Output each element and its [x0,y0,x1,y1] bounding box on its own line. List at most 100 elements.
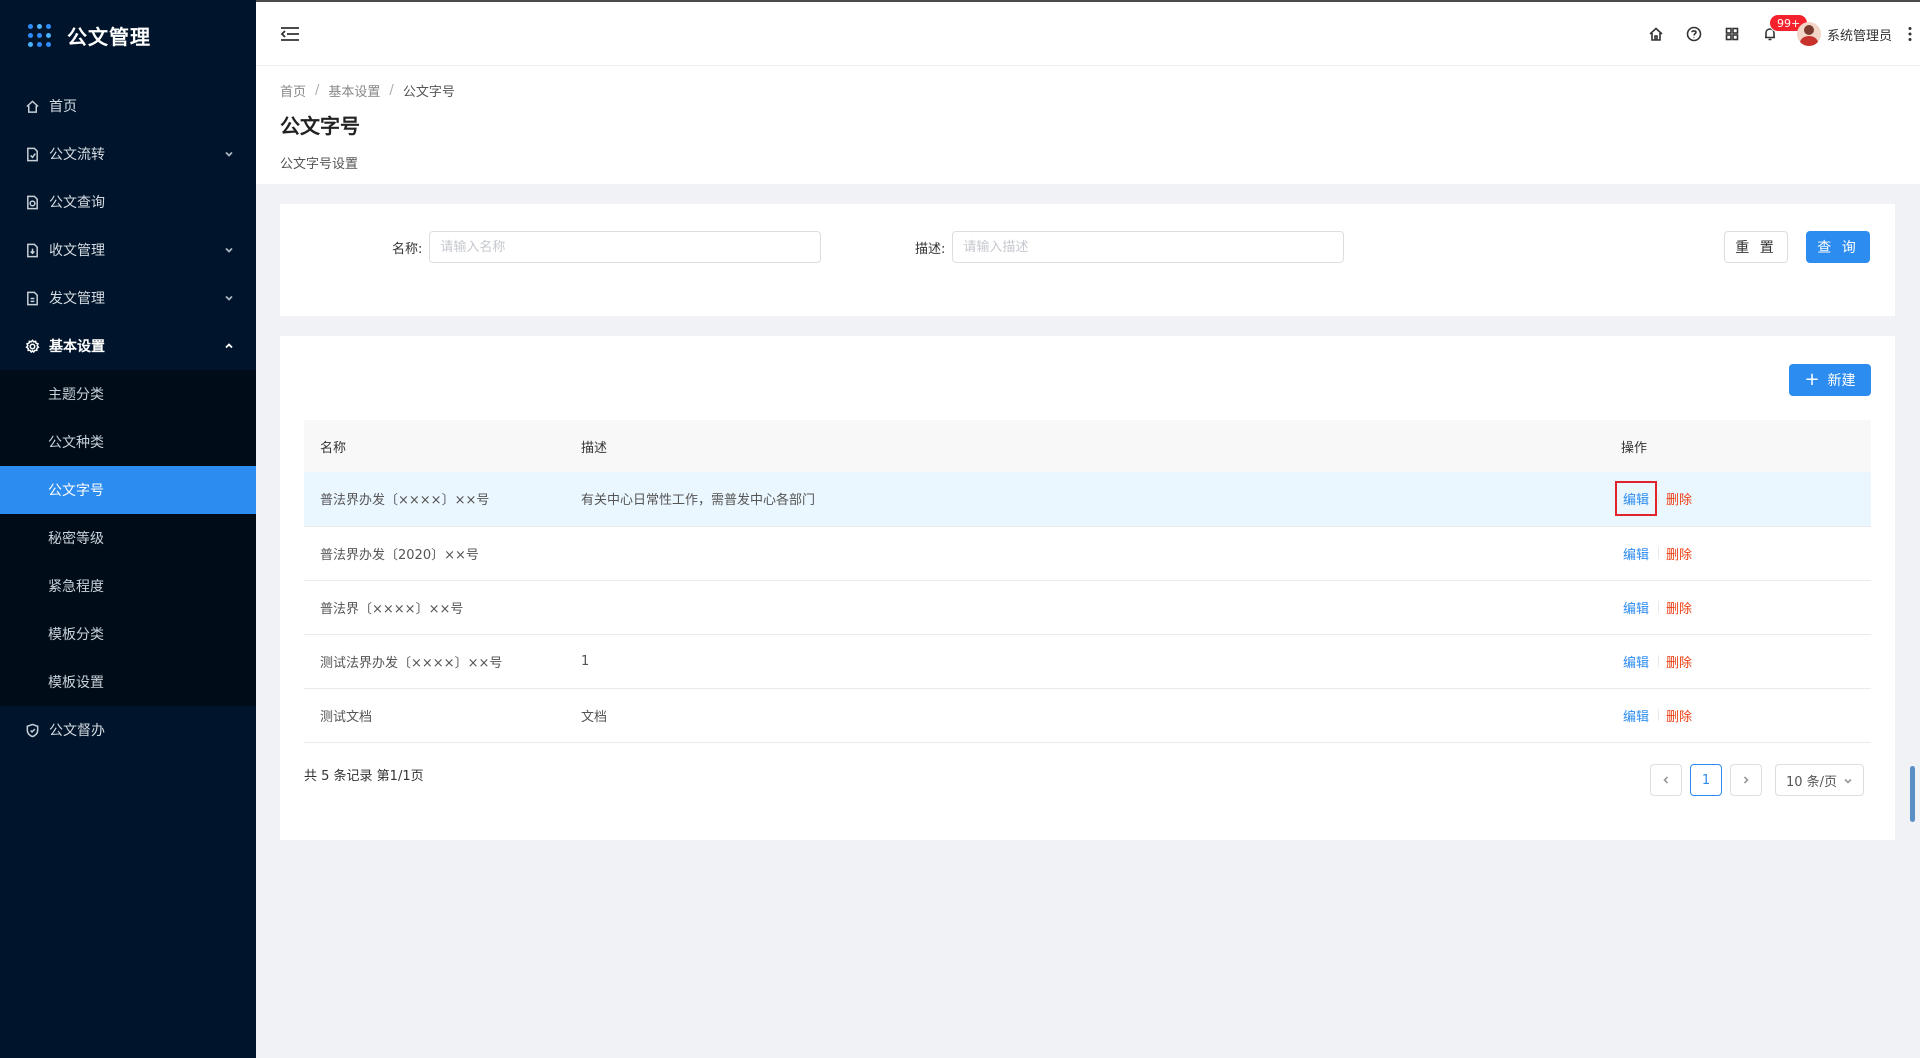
sidebar-item-label: 收文管理 [49,243,105,259]
doc-flow-icon [24,146,40,162]
column-header-actions: 操作 [1621,440,1648,456]
pagination-summary: 共 5 条记录 第1/1页 [304,769,424,784]
sidebar-item-label: 首页 [49,99,77,115]
edit-link[interactable]: 编辑 [1614,481,1658,517]
sidebar-item-home[interactable]: 首页 [0,82,256,130]
header-actions: 99+ 系统管理员 [1637,2,1920,66]
search-form: 名称: 描述: 重 置 查 询 [280,204,1895,316]
new-button-label: 新建 [1827,373,1856,389]
submenu-item-template-settings[interactable]: 模板设置 [0,658,256,706]
sidebar-item-basic-settings[interactable]: 基本设置 [0,322,256,370]
new-button[interactable]: + 新建 [1789,364,1871,396]
menu-fold-icon[interactable] [280,26,300,42]
cell-name: 普法界办发〔2020〕××号 [320,547,479,563]
cell-actions: 编辑 删除 [1605,634,1871,688]
delete-link[interactable]: 删除 [1666,489,1692,508]
chevron-down-icon [224,149,234,159]
table-card: + 新建 名称 描述 操作 普法界办发〔××××〕××号 有关中心日常性工作，需… [280,336,1895,840]
submenu-item-doc-type[interactable]: 公文种类 [0,418,256,466]
user-name: 系统管理员 [1826,28,1892,44]
app-logo[interactable]: 公文管理 [0,0,256,70]
delete-link[interactable]: 删除 [1666,598,1692,617]
delete-link[interactable]: 删除 [1666,544,1692,563]
table-row[interactable]: 普法界办发〔2020〕××号 编辑 删除 [304,526,1871,580]
prev-page-button[interactable] [1650,764,1682,796]
home-icon [24,98,40,114]
submenu-item-template-category[interactable]: 模板分类 [0,610,256,658]
doc-search-icon [24,194,40,210]
cell-actions: 编辑 删除 [1605,526,1871,580]
table-row[interactable]: 测试文档 文档 编辑 删除 [304,688,1871,742]
cell-description [565,526,1605,580]
help-icon[interactable] [1675,18,1713,50]
shield-icon [24,722,40,738]
edit-link[interactable]: 编辑 [1621,542,1651,565]
breadcrumb: 首页 / 基本设置 / 公文字号 [280,81,1920,100]
page-header: 首页 / 基本设置 / 公文字号 公文字号 公文字号设置 [256,66,1920,184]
doc-number-table: 名称 描述 操作 普法界办发〔××××〕××号 有关中心日常性工作，需普发中心各… [304,420,1871,743]
chevron-down-icon [1844,778,1852,784]
breadcrumb-basic-settings[interactable]: 基本设置 [328,81,380,100]
submenu-item-urgency[interactable]: 紧急程度 [0,562,256,610]
action-divider [1658,601,1660,613]
sidebar-item-doc-supervise[interactable]: 公文督办 [0,706,256,754]
sidebar: 公文管理 首页 公文流转 公文查询 收文管理 发文管理 基本设置 主题分类 公文… [0,0,256,1058]
table-row[interactable]: 普法界〔××××〕××号 编辑 删除 [304,580,1871,634]
cell-actions: 编辑 删除 [1605,580,1871,634]
sidebar-item-doc-receive[interactable]: 收文管理 [0,226,256,274]
chevron-up-icon [224,341,234,351]
sidebar-item-label: 基本设置 [49,339,105,355]
page-size-select[interactable]: 10 条/页 [1775,764,1864,796]
edit-link[interactable]: 编辑 [1621,596,1651,619]
action-divider [1658,655,1660,667]
table-row[interactable]: 普法界办发〔××××〕××号 有关中心日常性工作，需普发中心各部门 编辑 删除 [304,472,1871,526]
sidebar-item-doc-search[interactable]: 公文查询 [0,178,256,226]
table-row[interactable]: 测试法界办发〔××××〕××号 1 编辑 删除 [304,634,1871,688]
query-button[interactable]: 查 询 [1806,231,1870,263]
basic-settings-submenu: 主题分类 公文种类 公文字号 秘密等级 紧急程度 模板分类 模板设置 [0,370,256,706]
edit-link[interactable]: 编辑 [1621,704,1651,727]
description-field-label: 描述: [915,241,946,257]
page-size-value: 10 条/页 [1786,774,1838,790]
delete-link[interactable]: 删除 [1666,652,1692,671]
column-header-name: 名称 [320,440,347,456]
edit-link[interactable]: 编辑 [1621,650,1651,673]
user-menu[interactable]: 系统管理员 [1796,22,1892,46]
sidebar-item-doc-flow[interactable]: 公文流转 [0,130,256,178]
pagination: 1 [1650,764,1762,796]
cell-description: 1 [581,653,590,669]
notification-bell-icon[interactable]: 99+ [1751,14,1809,50]
chevron-right-icon [1743,776,1749,784]
home-icon[interactable] [1637,18,1675,50]
cell-description: 文档 [581,709,608,725]
more-vertical-icon[interactable] [1900,18,1920,50]
submenu-item-secret-level[interactable]: 秘密等级 [0,514,256,562]
description-input[interactable] [952,231,1345,263]
apps-icon[interactable] [1713,18,1751,50]
cell-actions: 编辑 删除 [1605,472,1871,526]
sidebar-menu: 首页 公文流转 公文查询 收文管理 发文管理 基本设置 主题分类 公文种类 公文… [0,82,256,754]
name-input[interactable] [429,231,822,263]
sidebar-item-doc-send[interactable]: 发文管理 [0,274,256,322]
gear-icon [24,338,40,354]
breadcrumb-home[interactable]: 首页 [280,81,306,100]
scrollbar-thumb[interactable] [1910,766,1915,822]
reset-button[interactable]: 重 置 [1724,231,1788,263]
cell-name: 普法界〔××××〕××号 [320,601,464,617]
plus-icon: + [1804,369,1820,390]
page-number-button[interactable]: 1 [1690,764,1722,796]
submenu-item-doc-number[interactable]: 公文字号 [0,466,256,514]
cell-name: 测试法界办发〔××××〕××号 [320,655,503,671]
doc-send-icon [24,290,40,306]
submenu-item-topic-category[interactable]: 主题分类 [0,370,256,418]
sidebar-item-label: 发文管理 [49,291,105,307]
cell-name: 测试文档 [320,709,373,725]
sidebar-item-label: 公文督办 [49,723,105,739]
description-field: 描述: [915,231,1345,263]
next-page-button[interactable] [1730,764,1762,796]
delete-link[interactable]: 删除 [1666,706,1692,725]
table-header-row: 名称 描述 操作 [304,420,1871,472]
action-divider [1658,547,1660,559]
cell-actions: 编辑 删除 [1605,688,1871,742]
page-description: 公文字号设置 [280,157,359,172]
